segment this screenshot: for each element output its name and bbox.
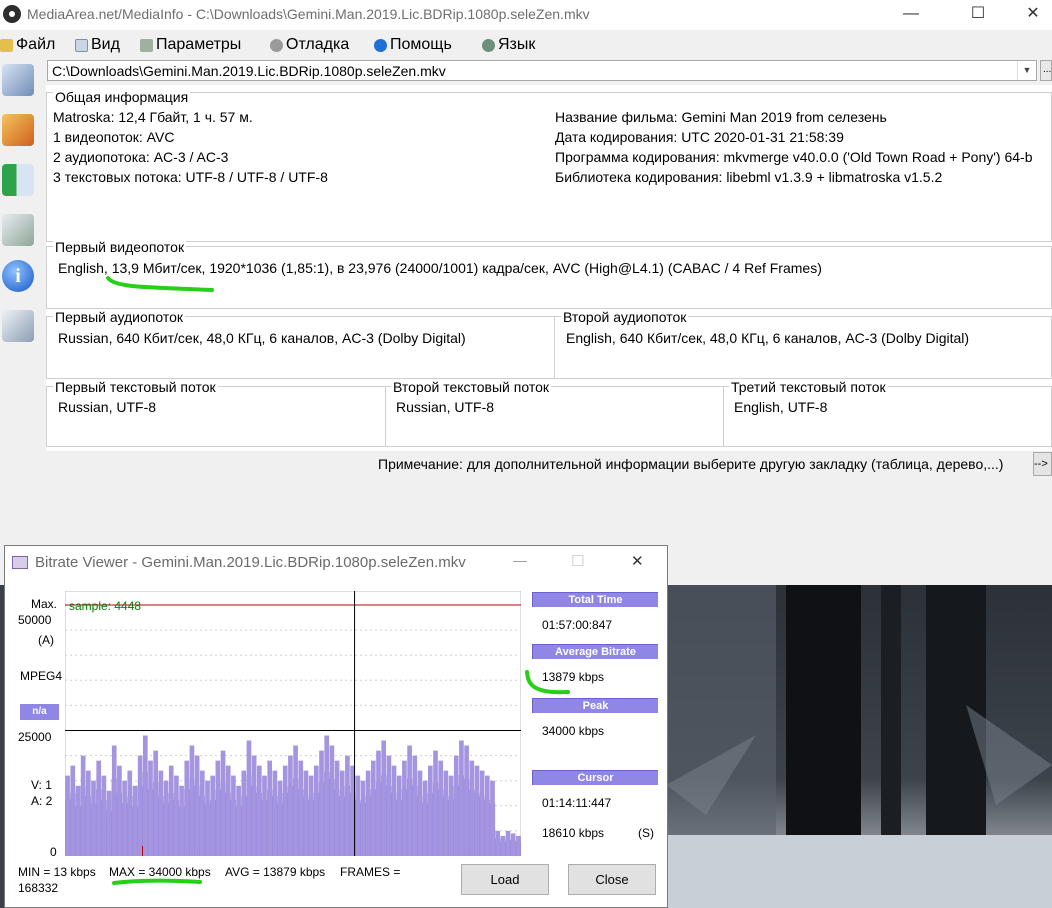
help-icon (374, 38, 387, 52)
codec-label: MPEG4 (20, 669, 63, 683)
window-title: MediaArea.net/MediaInfo - C:\Downloads\G… (27, 6, 590, 22)
globe-icon (482, 38, 495, 52)
axis-y-mid: 25000 (18, 730, 52, 744)
min-stat: MIN = 13 kbps (18, 865, 96, 879)
close-button[interactable]: ✕ (1010, 0, 1052, 30)
menu-settings-label: Параметры (156, 36, 242, 53)
general-title: Общая информация (53, 89, 191, 105)
minimize-button[interactable]: — (888, 0, 934, 30)
chevron-down-icon[interactable]: ▼ (1017, 61, 1036, 80)
axis-a-label: (A) (38, 633, 54, 647)
open-folder-icon[interactable] (2, 114, 34, 146)
average-bitrate-header: Average Bitrate (532, 644, 658, 659)
menu-help-label: Помощь (390, 36, 452, 53)
menu-debug[interactable]: Отладка (270, 36, 349, 54)
general-line: 2 аудиопотока: AC-3 / AC-3 (53, 149, 229, 165)
bitrate-viewer-app-icon (12, 556, 28, 569)
total-time-header: Total Time (532, 592, 658, 607)
average-bitrate-value: 13879 kbps (542, 670, 605, 684)
next-view-button[interactable]: --> (1033, 452, 1052, 476)
video-title: Первый видеопоток (53, 239, 187, 255)
mediainfo-app-icon (3, 5, 21, 23)
export-icon[interactable] (2, 164, 34, 196)
bv-close-button[interactable]: ✕ (631, 552, 644, 570)
menu-file[interactable]: Файл (0, 36, 55, 54)
preferences-icon[interactable] (2, 214, 34, 246)
background-video-frame (666, 585, 1052, 908)
close-viewer-button[interactable]: Close (568, 864, 656, 895)
axis-y-zero: 0 (50, 845, 57, 859)
bv-title-bar: Bitrate Viewer - Gemini.Man.2019.Lic.BDR… (5, 546, 667, 577)
audio-2-title: Второй аудиопоток (561, 309, 689, 325)
video-count-label: V: 1 (31, 778, 52, 792)
knowledge-icon[interactable] (2, 310, 34, 342)
load-button[interactable]: Load (461, 864, 549, 895)
peak-value: 34000 kbps (542, 724, 605, 738)
frames-label: FRAMES = (340, 865, 401, 879)
bv-minimize-button[interactable]: — (513, 552, 527, 568)
folder-icon (0, 38, 13, 52)
menu-file-label: Файл (16, 36, 56, 53)
axis-y-top: 50000 (18, 613, 52, 627)
bv-maximize-button[interactable]: ☐ (571, 552, 584, 570)
bitrate-viewer-window: Bitrate Viewer - Gemini.Man.2019.Lic.BDR… (4, 545, 668, 908)
file-select[interactable]: C:\Downloads\Gemini.Man.2019.Lic.BDRip.1… (47, 60, 1037, 81)
axis-max-label: Max. (31, 597, 58, 611)
maximize-button[interactable]: ☐ (955, 0, 1001, 30)
note-text: Примечание: для дополнительной информаци… (378, 456, 1004, 472)
general-line: Matroska: 12,4 Гбайт, 1 ч. 57 м. (53, 109, 253, 125)
left-toolbar: i (0, 58, 44, 578)
na-tag: n/a (20, 704, 59, 720)
snowy-forest-image (666, 585, 1052, 908)
general-meta-line: Библиотека кодирования: libebml v1.3.9 +… (555, 169, 943, 185)
peak-header: Peak (532, 698, 658, 713)
text-2-details: Russian, UTF-8 (396, 399, 495, 415)
audio-1-title: Первый аудиопоток (53, 309, 186, 325)
menu-view[interactable]: Вид (75, 36, 120, 54)
text-1-details: Russian, UTF-8 (58, 399, 157, 415)
menu-view-label: Вид (91, 36, 120, 53)
text-3-details: English, UTF-8 (734, 399, 828, 415)
video-details: English, 13,9 Мбит/сек, 1920*1036 (1,85:… (58, 260, 822, 276)
menu-debug-label: Отладка (286, 36, 350, 53)
settings-icon (140, 38, 153, 52)
general-line: 3 текстовых потока: UTF-8 / UTF-8 / UTF-… (53, 169, 328, 185)
info-panel: Общая информация Matroska: 12,4 Гбайт, 1… (46, 85, 1052, 451)
menu-help[interactable]: Помощь (374, 36, 452, 54)
general-meta-line: Название фильма: Gemini Man 2019 from се… (555, 109, 887, 125)
cursor-time-value: 01:14:11:447 (542, 796, 612, 810)
bitrate-plot[interactable] (65, 591, 521, 856)
menu-settings[interactable]: Параметры (140, 36, 241, 54)
view-icon (75, 38, 88, 52)
max-stat: MAX = 34000 kbps (109, 865, 211, 879)
general-meta-line: Дата кодирования: UTC 2020-01-31 21:58:3… (555, 129, 844, 145)
bv-body: Max. 50000 (A) MPEG4 n/a 25000 V: 1 A: 2… (5, 577, 667, 907)
file-select-value: C:\Downloads\Gemini.Man.2019.Lic.BDRip.1… (52, 63, 446, 79)
sample-label: sample: 4448 (69, 599, 142, 613)
cursor-rate-value: 18610 kbps (542, 826, 605, 840)
audio-1-details: Russian, 640 Кбит/сек, 48,0 КГц, 6 канал… (58, 330, 466, 346)
bv-window-title: Bitrate Viewer - Gemini.Man.2019.Lic.BDR… (35, 554, 466, 571)
text-2-title: Второй текстовый поток (391, 379, 551, 395)
total-time-value: 01:57:00:847 (542, 618, 613, 632)
text-1-title: Первый текстовый поток (53, 379, 218, 395)
audio-count-label: A: 2 (31, 794, 53, 808)
text-3-title: Третий текстовый поток (729, 379, 888, 395)
menu-language[interactable]: Язык (482, 36, 535, 54)
open-file-icon[interactable] (2, 64, 34, 96)
browse-button[interactable]: ... (1040, 60, 1052, 81)
cursor-header: Cursor (532, 770, 658, 785)
debug-icon (270, 38, 283, 52)
frames-value: 168332 (18, 881, 59, 895)
cursor-flag: (S) (638, 826, 654, 840)
menu-bar: Файл Вид Параметры Отладка Помощь Язык (0, 32, 1052, 58)
title-bar: MediaArea.net/MediaInfo - C:\Downloads\G… (0, 0, 1052, 30)
avg-stat: AVG = 13879 kbps (225, 865, 326, 879)
audio-2-details: English, 640 Кбит/сек, 48,0 КГц, 6 канал… (566, 330, 970, 346)
about-icon[interactable]: i (2, 260, 34, 292)
menu-language-label: Язык (498, 36, 536, 53)
general-line: 1 видеопоток: AVC (53, 129, 175, 145)
general-meta-line: Программа кодирования: mkvmerge v40.0.0 … (555, 149, 1033, 165)
